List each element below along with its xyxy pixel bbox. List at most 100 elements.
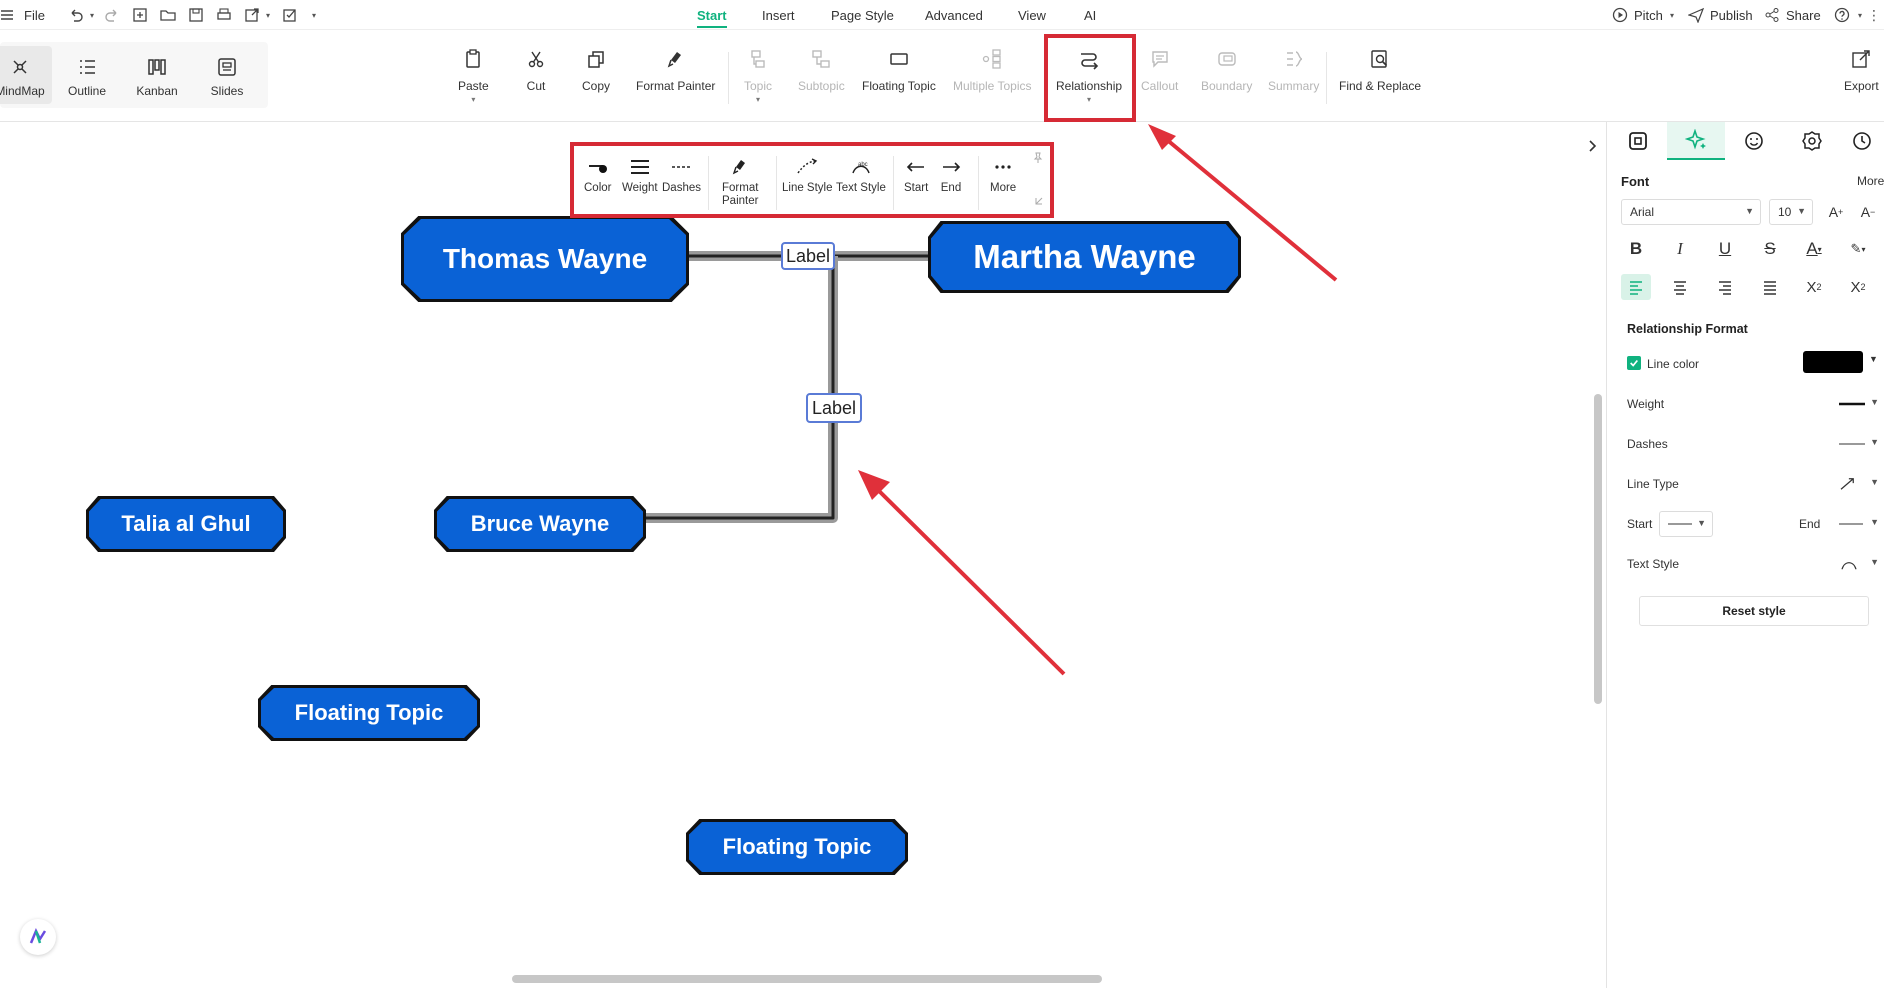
multiple-topics-button[interactable]: Multiple Topics [953, 48, 1031, 110]
export-dropdown-icon[interactable]: ▾ [260, 7, 276, 23]
font-family-select[interactable]: Arial ▼ [1621, 199, 1761, 225]
text-style-select[interactable]: ▼ [1831, 551, 1884, 577]
summary-button[interactable]: Summary [1268, 48, 1319, 110]
align-center-icon[interactable] [1665, 274, 1695, 300]
subtopic-button[interactable]: Subtopic [798, 48, 845, 110]
collapse-corner-icon[interactable] [1034, 196, 1044, 209]
relationship-label-top[interactable]: Label [781, 242, 835, 270]
bold-icon[interactable]: B [1621, 236, 1651, 262]
format-painter-button[interactable]: Format Painter [636, 48, 715, 110]
mini-format-painter-button[interactable]: Format Painter [722, 158, 758, 208]
panel-tab-style[interactable] [1667, 122, 1725, 160]
mini-text-style-button[interactable]: abc Text Style [836, 158, 886, 195]
tab-advanced[interactable]: Advanced [925, 0, 983, 30]
publish-button[interactable]: Publish [1710, 0, 1753, 30]
more-options-icon[interactable]: ⋮ [1866, 7, 1882, 23]
reset-style-button[interactable]: Reset style [1639, 596, 1869, 626]
tab-page-style[interactable]: Page Style [831, 0, 894, 30]
topic-button[interactable]: Topic ▾ [744, 48, 772, 110]
undo-icon[interactable] [68, 7, 84, 23]
redo-icon[interactable] [104, 7, 120, 23]
panel-tab-layout[interactable] [1609, 122, 1667, 160]
chevron-down-icon[interactable]: ▼ [1869, 354, 1878, 364]
paste-dropdown-icon[interactable]: ▾ [471, 95, 475, 104]
pitch-dropdown-icon[interactable]: ▾ [1664, 7, 1680, 23]
strikethrough-icon[interactable]: S [1755, 236, 1785, 262]
node-thomas-wayne[interactable]: Thomas Wayne [404, 219, 686, 299]
task-check-icon[interactable] [282, 7, 298, 23]
share-button[interactable]: Share [1786, 0, 1821, 30]
align-left-icon[interactable] [1621, 274, 1651, 300]
tab-ai[interactable]: AI [1084, 0, 1096, 30]
undo-dropdown-icon[interactable]: ▾ [84, 7, 100, 23]
print-icon[interactable] [216, 7, 232, 23]
end-arrow-select[interactable]: ▼ [1831, 511, 1884, 537]
line-type-select[interactable]: ▼ [1831, 471, 1884, 497]
underline-icon[interactable]: U [1710, 236, 1740, 262]
copy-button[interactable]: Copy [582, 48, 610, 110]
font-more-link[interactable]: More [1857, 174, 1884, 188]
callout-button[interactable]: Callout [1141, 48, 1178, 110]
paste-button[interactable]: Paste ▾ [458, 48, 489, 110]
panel-tab-icons[interactable] [1725, 122, 1783, 160]
mini-dashes-button[interactable]: Dashes [662, 158, 701, 195]
hamburger-menu-icon[interactable] [0, 7, 16, 23]
export-quick-icon[interactable] [244, 7, 260, 23]
font-color-icon[interactable]: A ▾ [1799, 236, 1829, 262]
find-replace-button[interactable]: Find & Replace [1339, 48, 1421, 110]
export-button[interactable]: Export [1844, 48, 1879, 110]
collapse-panel-icon[interactable] [1582, 136, 1602, 156]
relationship-label-middle[interactable]: Label [806, 393, 862, 423]
increase-font-icon[interactable]: A + [1821, 199, 1851, 225]
mindmap-canvas[interactable]: Thomas Wayne Martha Wayne Bruce Wayne Ta… [0, 122, 1606, 988]
highlight-icon[interactable]: ✎ ▾ [1843, 236, 1873, 262]
tab-view[interactable]: View [1018, 0, 1046, 30]
font-size-select[interactable]: 10 ▼ [1769, 199, 1813, 225]
app-logo-button[interactable] [20, 919, 56, 955]
mini-color-button[interactable]: Color [584, 158, 611, 195]
view-slides-button[interactable]: Slides [196, 46, 258, 104]
save-icon[interactable] [188, 7, 204, 23]
cut-button[interactable]: Cut [525, 48, 547, 110]
node-martha-wayne[interactable]: Martha Wayne [931, 224, 1238, 290]
dashes-select[interactable]: ▼ [1831, 431, 1884, 457]
view-outline-button[interactable]: Outline [56, 46, 118, 104]
customize-dropdown-icon[interactable]: ▾ [306, 7, 322, 23]
node-floating-topic-2[interactable]: Floating Topic [689, 822, 905, 872]
weight-select[interactable]: ▼ [1831, 391, 1884, 417]
tab-insert[interactable]: Insert [762, 0, 795, 30]
align-right-icon[interactable] [1710, 274, 1740, 300]
subscript-icon[interactable]: X2 [1843, 274, 1873, 300]
line-color-swatch[interactable] [1803, 351, 1863, 373]
italic-icon[interactable]: I [1665, 236, 1695, 262]
node-bruce-wayne[interactable]: Bruce Wayne [437, 499, 643, 549]
mini-weight-button[interactable]: Weight [622, 158, 658, 195]
file-menu[interactable]: File [24, 0, 45, 30]
help-icon[interactable] [1834, 7, 1850, 23]
mini-more-button[interactable]: More [990, 158, 1016, 195]
vertical-scrollbar[interactable] [1594, 394, 1602, 704]
node-talia-al-ghul[interactable]: Talia al Ghul [89, 499, 283, 549]
justify-icon[interactable] [1755, 274, 1785, 300]
open-folder-icon[interactable] [160, 7, 176, 23]
tab-start[interactable]: Start [697, 0, 727, 30]
pin-icon[interactable] [1032, 152, 1044, 167]
boundary-button[interactable]: Boundary [1201, 48, 1252, 110]
superscript-icon[interactable]: X2 [1799, 274, 1829, 300]
node-floating-topic-1[interactable]: Floating Topic [261, 688, 477, 738]
start-arrow-select[interactable]: ▼ [1659, 511, 1713, 537]
mini-line-style-button[interactable]: Line Style [782, 158, 833, 195]
panel-tab-history[interactable] [1841, 122, 1884, 160]
decrease-font-icon[interactable]: A − [1853, 199, 1883, 225]
floating-topic-button[interactable]: Floating Topic [862, 48, 936, 110]
new-file-icon[interactable] [132, 7, 148, 23]
line-color-checkbox[interactable] [1627, 356, 1641, 370]
mini-end-button[interactable]: End [940, 158, 962, 195]
mini-start-button[interactable]: Start [904, 158, 928, 195]
pitch-button[interactable]: Pitch [1634, 0, 1663, 30]
topic-dropdown-icon[interactable]: ▾ [756, 95, 760, 104]
view-kanban-button[interactable]: Kanban [126, 46, 188, 104]
horizontal-scrollbar[interactable] [512, 975, 1102, 983]
view-mindmap-button[interactable]: MindMap [0, 46, 52, 104]
panel-tab-settings[interactable] [1783, 122, 1841, 160]
